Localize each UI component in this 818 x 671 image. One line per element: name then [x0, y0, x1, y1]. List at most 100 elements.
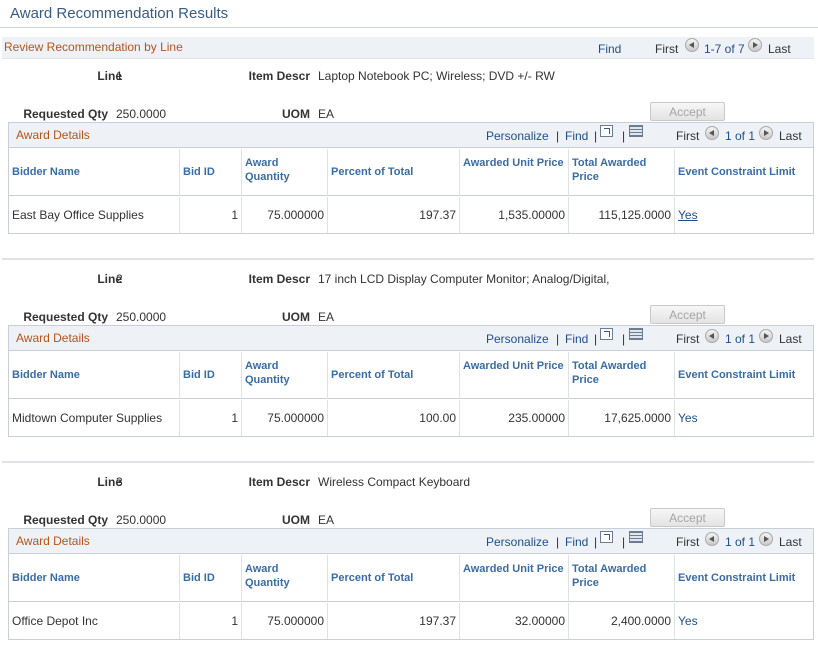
column-event-constraint-limit[interactable]: Event Constraint Limit: [674, 149, 813, 196]
column-event-constraint-limit[interactable]: Event Constraint Limit: [674, 352, 813, 399]
uom-value: EA: [318, 513, 335, 527]
column-percent-of-total[interactable]: Percent of Total: [327, 555, 459, 602]
section-divider: [2, 461, 814, 463]
column-bid-id[interactable]: Bid ID: [179, 352, 241, 399]
line-number: 1: [116, 69, 123, 83]
view-all-icon[interactable]: [600, 531, 613, 543]
accept-button[interactable]: Accept: [650, 508, 725, 527]
column-award-quantity[interactable]: Award Quantity: [241, 149, 327, 196]
column-total-awarded-price[interactable]: Total Awarded Price: [568, 352, 674, 399]
grid-next-icon[interactable]: [759, 126, 773, 140]
grid-next-icon[interactable]: [759, 329, 773, 343]
column-awarded-unit-price[interactable]: Awarded Unit Price: [459, 555, 568, 602]
review-recommendation-title: Review Recommendation by Line: [4, 40, 183, 54]
view-all-icon[interactable]: [600, 125, 613, 137]
table-row: East Bay Office Supplies 1 75.000000 197…: [9, 197, 813, 233]
grid-previous-icon[interactable]: [705, 329, 719, 343]
accept-button[interactable]: Accept: [650, 102, 725, 121]
item-descr-label: Item Descr: [248, 69, 310, 83]
grid-last-label: Last: [779, 535, 802, 549]
separator: |: [594, 332, 598, 346]
requested-qty-value: 250.0000: [116, 513, 167, 527]
column-awarded-unit-price[interactable]: Awarded Unit Price: [459, 149, 568, 196]
event-constraint-limit-cell: Yes: [674, 603, 813, 639]
total-awarded-price-cell: 115,125.0000: [568, 197, 674, 233]
find-link[interactable]: Find: [565, 129, 588, 143]
requested-qty-value: 250.0000: [116, 310, 167, 324]
separator: |: [622, 129, 626, 143]
table-row: Office Depot Inc 1 75.000000 197.37 32.0…: [9, 603, 813, 639]
bidder-name-cell: Office Depot Inc: [12, 614, 98, 628]
item-descr-label: Item Descr: [248, 272, 310, 286]
bid-id-cell: 1: [179, 400, 241, 436]
uom-label: UOM: [282, 107, 310, 121]
column-percent-of-total[interactable]: Percent of Total: [327, 149, 459, 196]
award-quantity-cell: 75.000000: [241, 400, 327, 436]
column-event-constraint-limit[interactable]: Event Constraint Limit: [674, 555, 813, 602]
award-quantity-cell: 75.000000: [241, 603, 327, 639]
review-previous-icon[interactable]: [685, 38, 699, 52]
event-constraint-limit-cell: Yes: [674, 197, 813, 233]
view-all-icon[interactable]: [600, 328, 613, 340]
awarded-unit-price-cell: 32.00000: [459, 603, 568, 639]
event-constraint-limit-link[interactable]: Yes: [678, 411, 698, 425]
separator: |: [556, 129, 560, 143]
personalize-link[interactable]: Personalize: [486, 535, 549, 549]
award-details-title: Award Details: [16, 534, 90, 548]
grid-first-label: First: [676, 332, 700, 346]
find-link[interactable]: Find: [565, 332, 588, 346]
award-details-title: Award Details: [16, 331, 90, 345]
uom-label: UOM: [282, 310, 310, 324]
download-grid-icon[interactable]: [629, 328, 643, 340]
column-bidder-name[interactable]: Bidder Name: [9, 352, 179, 399]
separator: |: [594, 129, 598, 143]
requested-qty-value: 250.0000: [116, 107, 167, 121]
download-grid-icon[interactable]: [629, 531, 643, 543]
event-constraint-limit-cell: Yes: [674, 400, 813, 436]
grid-first-label: First: [676, 535, 700, 549]
item-descr-value: 17 inch LCD Display Computer Monitor; An…: [318, 272, 610, 286]
section-divider: [2, 258, 814, 260]
grid-range-label: 1 of 1: [725, 535, 756, 549]
total-awarded-price-cell: 17,625.0000: [568, 400, 674, 436]
table-row: Midtown Computer Supplies 1 75.000000 10…: [9, 400, 813, 436]
separator: |: [594, 535, 598, 549]
separator: |: [556, 535, 560, 549]
column-bidder-name[interactable]: Bidder Name: [9, 555, 179, 602]
column-headers: Bidder Name Bid ID Award Quantity Percen…: [9, 352, 813, 399]
bidder-name-cell: Midtown Computer Supplies: [12, 411, 163, 425]
column-headers: Bidder Name Bid ID Award Quantity Percen…: [9, 149, 813, 196]
column-percent-of-total[interactable]: Percent of Total: [327, 352, 459, 399]
column-awarded-unit-price[interactable]: Awarded Unit Price: [459, 352, 568, 399]
grid-next-icon[interactable]: [759, 532, 773, 546]
personalize-link[interactable]: Personalize: [486, 332, 549, 346]
event-constraint-limit-link[interactable]: Yes: [678, 614, 698, 628]
total-awarded-price-cell: 2,400.0000: [568, 603, 674, 639]
awarded-unit-price-cell: 235.00000: [459, 400, 568, 436]
column-bidder-name[interactable]: Bidder Name: [9, 149, 179, 196]
personalize-link[interactable]: Personalize: [486, 129, 549, 143]
review-next-icon[interactable]: [748, 38, 762, 52]
review-range-link[interactable]: 1-7 of 7: [704, 42, 745, 56]
download-grid-icon[interactable]: [629, 125, 643, 137]
grid-previous-icon[interactable]: [705, 126, 719, 140]
column-bid-id[interactable]: Bid ID: [179, 149, 241, 196]
column-award-quantity[interactable]: Award Quantity: [241, 352, 327, 399]
bid-id-cell: 1: [179, 603, 241, 639]
column-total-awarded-price[interactable]: Total Awarded Price: [568, 149, 674, 196]
accept-button[interactable]: Accept: [650, 305, 725, 324]
column-total-awarded-price[interactable]: Total Awarded Price: [568, 555, 674, 602]
event-constraint-limit-link[interactable]: Yes: [678, 208, 698, 222]
bid-id-cell: 1: [179, 197, 241, 233]
award-quantity-cell: 75.000000: [241, 197, 327, 233]
column-bid-id[interactable]: Bid ID: [179, 555, 241, 602]
award-details-grid: Award Details Personalize | Find | | Fir…: [8, 122, 814, 234]
find-link[interactable]: Find: [565, 535, 588, 549]
grid-previous-icon[interactable]: [705, 532, 719, 546]
page-title: Award Recommendation Results: [10, 5, 229, 22]
awarded-unit-price-cell: 1,535.00000: [459, 197, 568, 233]
uom-value: EA: [318, 310, 335, 324]
review-find-link[interactable]: Find: [598, 42, 621, 56]
column-award-quantity[interactable]: Award Quantity: [241, 555, 327, 602]
line-label: Line: [97, 475, 122, 489]
